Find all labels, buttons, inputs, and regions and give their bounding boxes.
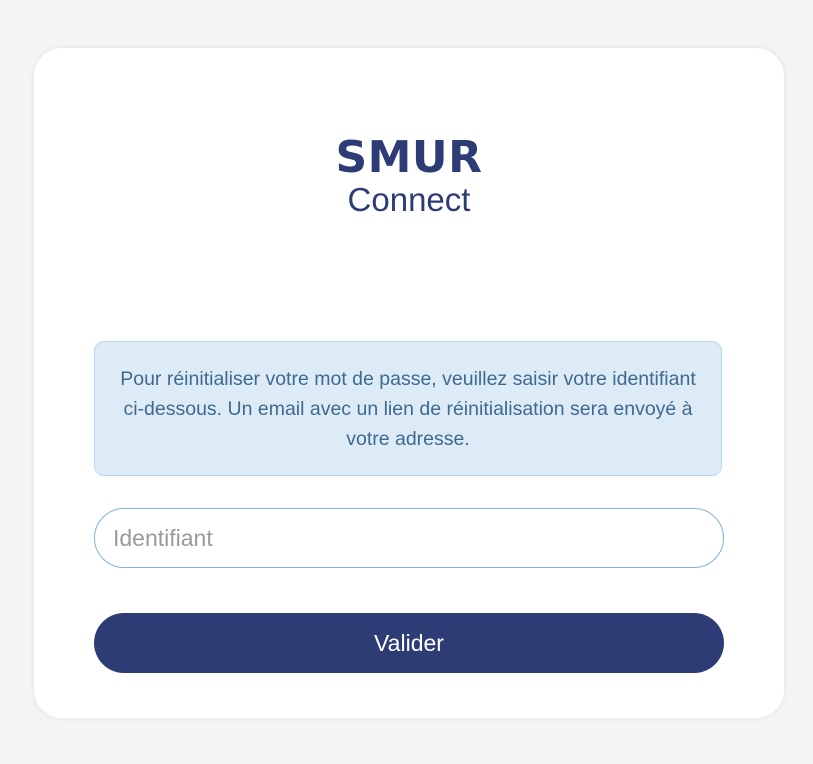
info-message-box: Pour réinitialiser votre mot de passe, v… (94, 341, 722, 476)
app-logo: SMUR Connect (34, 132, 784, 220)
reset-password-card: SMUR Connect Pour réinitialiser votre mo… (34, 48, 784, 718)
submit-button[interactable]: Valider (94, 613, 724, 673)
info-message-text: Pour réinitialiser votre mot de passe, v… (120, 367, 696, 450)
identifier-input[interactable] (94, 508, 724, 568)
logo-subtitle: Connect (347, 181, 471, 218)
logo-title: SMUR (335, 132, 483, 183)
